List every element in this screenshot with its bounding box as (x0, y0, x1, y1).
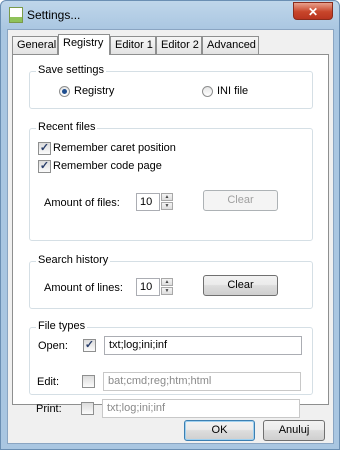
spin-down-icon[interactable]: ▼ (161, 287, 173, 295)
open-label: Open: (38, 340, 68, 352)
remember-caret-label[interactable]: Remember caret position (53, 142, 176, 154)
tab-editor-1[interactable]: Editor 1 (110, 36, 156, 54)
registry-radio-label[interactable]: Registry (74, 85, 114, 97)
tab-general[interactable]: General (12, 36, 58, 54)
search-history-title: Search history (36, 254, 111, 266)
clear-recent-files-button[interactable]: Clear (203, 190, 278, 211)
remember-caret-checkbox[interactable]: ✓ (38, 142, 51, 155)
registry-tab-panel: Save settings Registry INI file Recent f… (12, 54, 329, 405)
edit-checkbox[interactable] (82, 375, 95, 388)
cancel-button[interactable]: Anuluj (263, 420, 325, 441)
open-checkbox[interactable]: ✓ (83, 339, 96, 352)
file-types-title: File types (36, 320, 88, 332)
recent-files-title: Recent files (36, 121, 98, 133)
tab-advanced[interactable]: Advanced (202, 36, 259, 54)
recent-files-group: Recent files ✓ Remember caret position ✓… (29, 121, 313, 241)
spin-up-icon[interactable]: ▲ (161, 278, 173, 286)
registry-radio[interactable] (59, 86, 70, 97)
close-button[interactable]: ✕ (293, 2, 333, 20)
search-history-group: Search history Amount of lines: 10 ▲ ▼ C… (29, 254, 313, 309)
amount-of-files-input[interactable]: 10 (136, 193, 160, 211)
ini-file-radio-label[interactable]: INI file (217, 85, 248, 97)
remember-code-page-checkbox[interactable]: ✓ (38, 160, 51, 173)
ini-file-radio[interactable] (202, 86, 213, 97)
spin-up-icon[interactable]: ▲ (161, 193, 173, 201)
tab-editor-2[interactable]: Editor 2 (156, 36, 202, 54)
amount-of-lines-label: Amount of lines: (44, 282, 123, 294)
save-settings-title: Save settings (36, 64, 107, 76)
edit-label: Edit: (37, 376, 60, 388)
dialog-body: General Registry Editor 1 Editor 2 Advan… (7, 29, 334, 444)
clear-search-history-button[interactable]: Clear (203, 275, 278, 296)
tab-registry[interactable]: Registry (58, 34, 110, 55)
title-bar[interactable]: Settings... ✕ (1, 1, 339, 27)
save-settings-group: Save settings Registry INI file (29, 64, 313, 109)
amount-of-lines-input[interactable]: 10 (136, 278, 160, 296)
open-extensions-field[interactable]: txt;log;ini;inf (104, 336, 302, 355)
spin-down-icon[interactable]: ▼ (161, 202, 173, 210)
print-checkbox[interactable] (81, 402, 94, 415)
settings-window: Settings... ✕ General Registry Editor 1 … (0, 0, 340, 450)
print-label: Print: (36, 403, 62, 415)
amount-of-files-label: Amount of files: (44, 197, 120, 209)
ok-button[interactable]: OK (184, 420, 255, 441)
window-title: Settings... (27, 8, 81, 22)
settings-app-icon (9, 7, 23, 23)
print-extensions-field[interactable]: txt;log;ini;inf (102, 399, 300, 418)
close-icon: ✕ (307, 5, 319, 19)
edit-extensions-field[interactable]: bat;cmd;reg;htm;html (103, 372, 301, 391)
remember-code-page-label[interactable]: Remember code page (53, 160, 162, 172)
